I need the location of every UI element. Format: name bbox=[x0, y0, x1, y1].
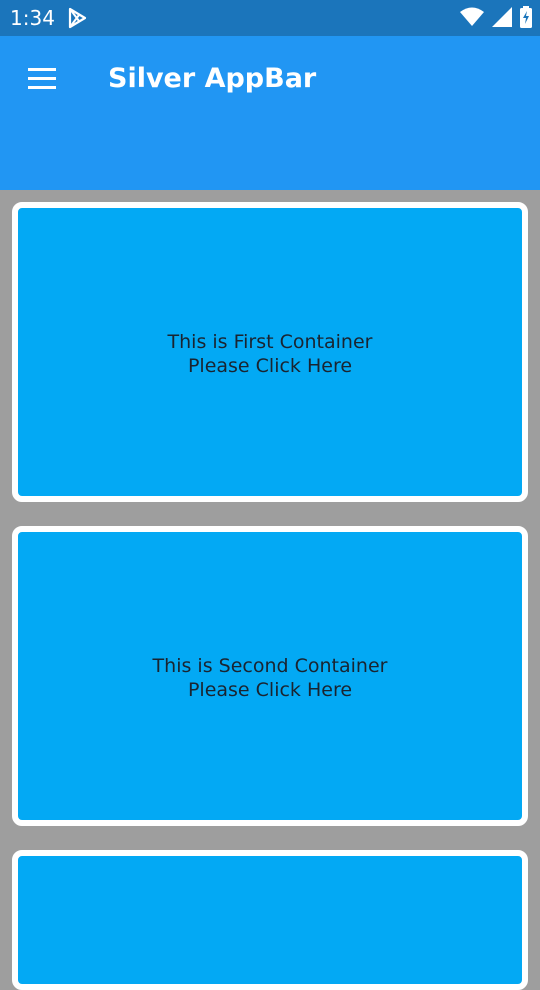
first-container[interactable]: This is First Container Please Click Her… bbox=[12, 202, 528, 502]
container-line1: This is Second Container bbox=[152, 655, 388, 677]
app-title: Silver AppBar bbox=[108, 63, 317, 94]
container-line1: This is First Container bbox=[167, 331, 373, 353]
second-container[interactable]: This is Second Container Please Click He… bbox=[12, 526, 528, 826]
status-icons bbox=[460, 6, 532, 33]
app-bar: Silver AppBar bbox=[0, 36, 540, 190]
signal-icon bbox=[492, 7, 512, 32]
wifi-icon bbox=[460, 7, 484, 32]
play-store-icon bbox=[66, 7, 88, 34]
battery-icon bbox=[520, 6, 532, 33]
container-line2: Please Click Here bbox=[187, 355, 353, 377]
status-bar: 1:34 bbox=[0, 0, 540, 36]
container-text: This is First Container Please Click Her… bbox=[18, 330, 522, 378]
status-time: 1:34 bbox=[10, 6, 55, 30]
menu-icon[interactable] bbox=[26, 68, 58, 92]
third-container[interactable] bbox=[12, 850, 528, 990]
container-line2: Please Click Here bbox=[187, 679, 353, 701]
container-text: This is Second Container Please Click He… bbox=[18, 654, 522, 702]
